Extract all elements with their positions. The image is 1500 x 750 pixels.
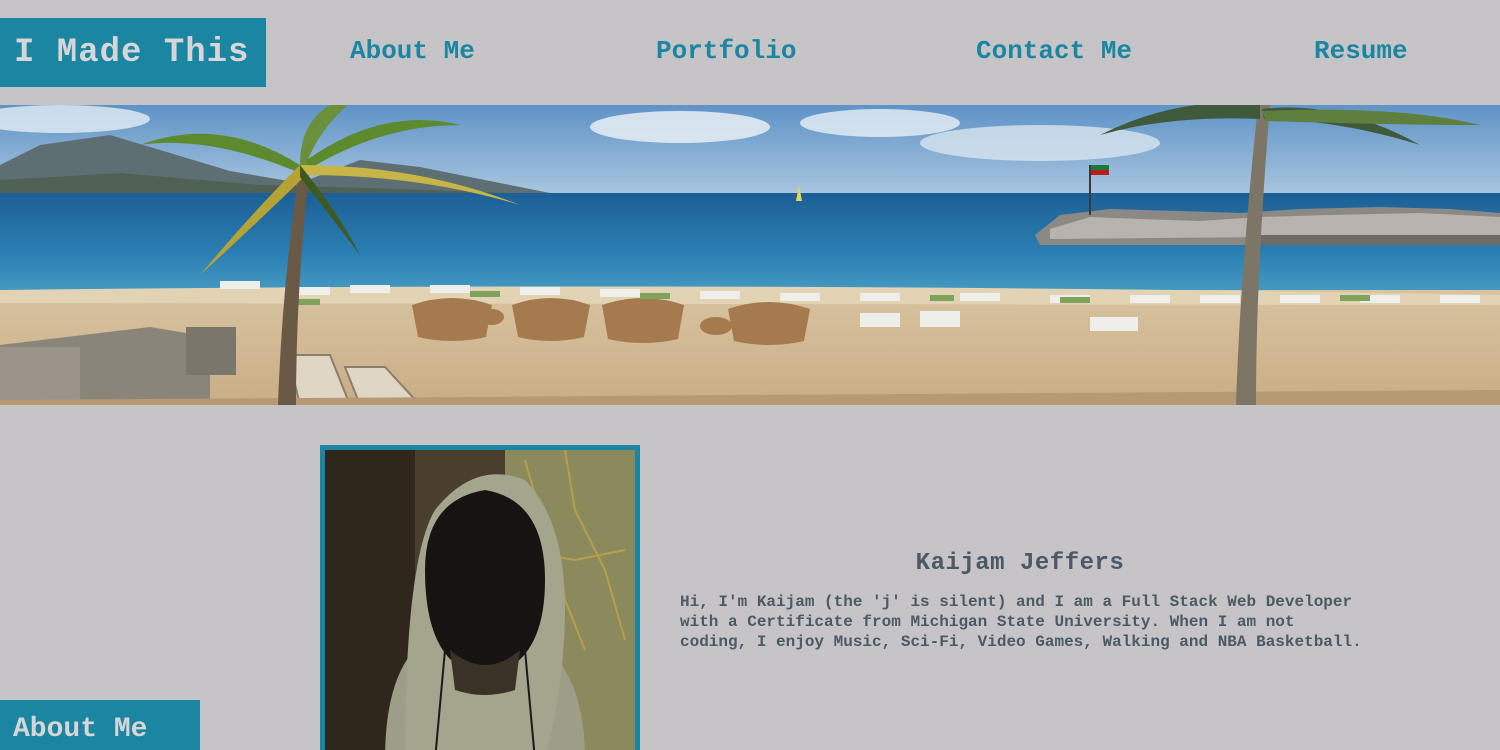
site-logo-brand[interactable]: I Made This [0,18,266,87]
nav-link-resume[interactable]: Resume [1314,36,1408,66]
nav-link-about-me[interactable]: About Me [350,36,475,66]
beach-scene-illustration [0,105,1500,405]
profile-photo [320,445,640,750]
person-in-hoodie-illustration [325,450,635,750]
about-me-section-heading: About Me [0,700,200,750]
nav-link-portfolio[interactable]: Portfolio [656,36,796,66]
profile-name: Kaijam Jeffers [915,550,1125,577]
profile-bio: Hi, I'm Kaijam (the 'j' is silent) and I… [680,593,1362,651]
hero-banner-beach-image [0,105,1500,405]
nav-link-contact-me[interactable]: Contact Me [976,36,1132,66]
